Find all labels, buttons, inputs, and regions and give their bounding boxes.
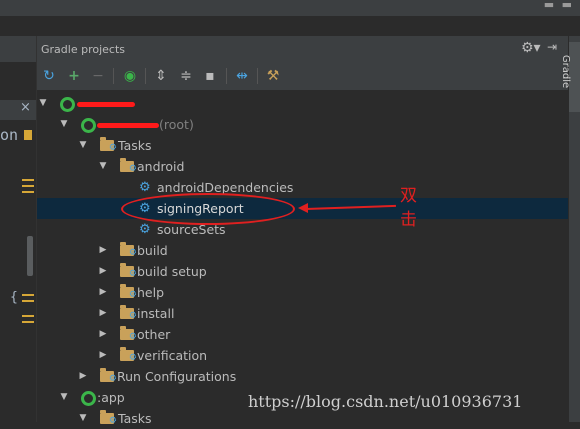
task-folder-icon: ⚙ [120, 347, 137, 363]
toolbar-separator [226, 68, 227, 84]
more-icon[interactable]: ▬ ▬ [544, 0, 574, 11]
window-top-strip: ▬ ▬ [0, 0, 580, 17]
gradle-side-tab[interactable]: Gradle [560, 36, 580, 422]
tree-item-task-group[interactable]: ▶ ⚙ install [37, 303, 568, 324]
app-module-label: :app [97, 390, 125, 405]
tree-item-task[interactable]: ⚙ sourceSets [37, 219, 568, 240]
close-icon[interactable]: × [20, 100, 31, 115]
redaction-scribble [77, 102, 135, 107]
expand-arrow-icon[interactable]: ▼ [98, 156, 108, 177]
group-label: install [137, 306, 175, 321]
remove-icon[interactable]: − [89, 67, 107, 85]
group-label: verification [137, 348, 208, 363]
collapse-arrow-icon[interactable]: ▶ [98, 303, 108, 324]
panel-header: Gradle projects ⚙▾ ⇥ [37, 36, 568, 62]
add-icon[interactable]: + [65, 67, 83, 85]
gradle-toolbar: ↻ + − ◉ ⇕ ≑ ▪ ⇹ ⚒ [37, 62, 568, 90]
tree-item-task-group[interactable]: ▶ ⚙ help [37, 282, 568, 303]
collapse-arrow-icon[interactable]: ▶ [98, 240, 108, 261]
tree-item-task-group[interactable]: ▶ ⚙ verification [37, 345, 568, 366]
task-folder-icon: ⚙ [100, 410, 117, 426]
change-marker[interactable] [22, 315, 34, 317]
hide-panel-icon[interactable]: ⇥ [547, 40, 557, 54]
gradle-tab-label: Gradle [560, 54, 572, 89]
tree-item-root-module[interactable]: ▼ (root) [37, 114, 568, 135]
root-label: (root) [159, 117, 194, 132]
group-label: build setup [137, 264, 207, 279]
tree-item-android[interactable]: ▼ ⚙ android [37, 156, 568, 177]
tree-item-project[interactable]: ▼ [37, 93, 568, 114]
gradle-module-icon [81, 391, 96, 406]
change-marker[interactable] [22, 321, 34, 323]
watermark-text: https://blog.csdn.net/u010936731 [248, 392, 523, 411]
task-folder-icon: ⚙ [120, 263, 137, 279]
tree-item-task-group[interactable]: ▶ ⚙ other [37, 324, 568, 345]
collapse-arrow-icon[interactable]: ▶ [78, 366, 88, 387]
expand-all-icon[interactable]: ⇕ [152, 67, 170, 85]
collapse-arrow-icon[interactable]: ▶ [98, 345, 108, 366]
refresh-icon[interactable]: ↻ [40, 67, 58, 85]
warning-marker[interactable] [24, 130, 32, 140]
group-label: build [137, 243, 168, 258]
toolbar-separator [113, 68, 114, 84]
tree-item-tasks[interactable]: ▼ ⚙ Tasks [37, 135, 568, 156]
tree-item-task[interactable]: ⚙ androidDependencies [37, 177, 568, 198]
change-marker[interactable] [22, 300, 34, 302]
collapse-arrow-icon[interactable]: ▶ [98, 324, 108, 345]
run-configurations-label: Run Configurations [117, 369, 237, 384]
tree-item-task-group[interactable]: ▶ ⚙ build setup [37, 261, 568, 282]
toolbar-separator [145, 68, 146, 84]
collapse-all-icon[interactable]: ≑ [177, 67, 195, 85]
editor-strip: × on { [0, 36, 37, 422]
editor-scrollbar[interactable] [27, 236, 33, 276]
task-folder-icon: ⚙ [120, 158, 137, 174]
redaction-scribble [97, 123, 159, 128]
panel-title: Gradle projects [41, 43, 125, 56]
change-marker[interactable] [22, 294, 34, 296]
task-folder-icon: ⚙ [120, 242, 137, 258]
run-configurations-folder-icon: ⚙ [100, 368, 117, 384]
editor-tab-strip [0, 36, 36, 62]
tree-item-app-tasks[interactable]: ▼ ⚙ Tasks [37, 408, 568, 429]
collapse-arrow-icon[interactable]: ▶ [98, 261, 108, 282]
annotation-text: 双 [400, 186, 417, 206]
gradle-task-tree: ▼ ▼ (root) ▼ ⚙ Tasks ▼ ⚙ android ⚙ andro… [37, 90, 568, 426]
gear-icon: ⚙ [139, 180, 151, 195]
code-fragment: on [0, 126, 19, 144]
gradle-settings-icon[interactable]: ⚒ [264, 67, 282, 85]
execute-gradle-task-icon[interactable]: ◉ [121, 67, 139, 85]
expand-arrow-icon[interactable]: ▼ [78, 135, 88, 156]
expand-arrow-icon[interactable]: ▼ [59, 114, 69, 135]
tree-item-run-configurations[interactable]: ▶ ⚙ Run Configurations [37, 366, 568, 387]
change-marker[interactable] [22, 191, 34, 193]
task-folder-icon: ⚙ [100, 137, 117, 153]
code-brace: { [10, 290, 18, 305]
tasks-label: Tasks [118, 138, 152, 153]
annotation-text: 击 [400, 210, 417, 230]
toolbar-separator [257, 68, 258, 84]
offline-mode-icon[interactable]: ▪ [201, 67, 219, 85]
tree-item-task-group[interactable]: ▶ ⚙ build [37, 240, 568, 261]
gradle-project-icon [60, 97, 75, 112]
gradle-module-icon [81, 118, 96, 133]
gradle-projects-panel: Gradle projects ⚙▾ ⇥ ↻ + − ◉ ⇕ ≑ ▪ ⇹ ⚒ ▼… [37, 36, 568, 426]
settings-gear-icon[interactable]: ⚙▾ [521, 40, 541, 56]
android-label: android [137, 159, 185, 174]
task-folder-icon: ⚙ [120, 284, 137, 300]
task-folder-icon: ⚙ [120, 326, 137, 342]
toggle-offline-icon[interactable]: ⇹ [233, 67, 251, 85]
task-folder-icon: ⚙ [120, 305, 137, 321]
change-marker[interactable] [22, 179, 34, 181]
group-label: help [137, 285, 165, 300]
group-label: other [137, 327, 171, 342]
change-marker[interactable] [22, 185, 34, 187]
expand-arrow-icon[interactable]: ▼ [38, 93, 48, 114]
app-tasks-label: Tasks [118, 411, 152, 426]
expand-arrow-icon[interactable]: ▼ [78, 408, 88, 429]
annotation-ellipse [121, 193, 295, 225]
expand-arrow-icon[interactable]: ▼ [59, 387, 69, 408]
collapse-arrow-icon[interactable]: ▶ [98, 282, 108, 303]
